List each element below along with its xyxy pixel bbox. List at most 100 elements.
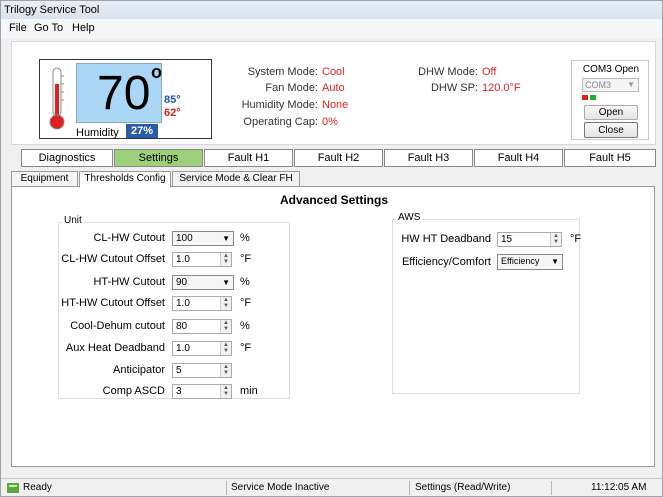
com-port-panel: COM3 Open COM3 ▼ Open Close (571, 60, 649, 140)
title-bar: Trilogy Service Tool (1, 1, 662, 19)
ht-hw-cutout-offset-stepper[interactable]: 1.0 ▲ ▼ (172, 296, 232, 311)
cool-dehum-cutout-stepper[interactable]: 80 ▲ ▼ (172, 319, 232, 334)
menu-help[interactable]: Help (72, 22, 95, 34)
ht-hw-cutout-offset-unit: °F (240, 297, 252, 309)
anticipator-value: 5 (176, 365, 182, 376)
ht-hw-cutout-unit: % (240, 276, 250, 288)
comp-ascd-unit: min (240, 385, 258, 397)
tab-thresholds-config[interactable]: Thresholds Config (79, 171, 171, 188)
app-window: Trilogy Service Tool File Go To Help 70 … (0, 0, 663, 497)
ht-hw-cutout-label: HT-HW Cutout (93, 276, 165, 288)
ht-hw-cutout-offset-value: 1.0 (176, 298, 190, 309)
window-title: Trilogy Service Tool (4, 4, 100, 16)
operating-cap-value: 0% (322, 116, 338, 128)
cl-hw-cutout-label: CL-HW Cutout (93, 232, 165, 244)
aux-heat-deadband-stepper[interactable]: 1.0 ▲ ▼ (172, 341, 232, 356)
aux-heat-deadband-value: 1.0 (176, 343, 190, 354)
close-button[interactable]: Close (584, 122, 638, 138)
ready-icon (7, 481, 21, 495)
tab-fault-h1[interactable]: Fault H1 (204, 149, 293, 167)
tab-settings[interactable]: Settings (114, 149, 203, 167)
cl-hw-cutout-offset-value: 1.0 (176, 254, 190, 265)
current-temperature: 70 (97, 67, 151, 120)
status-bar: Ready Service Mode Inactive Settings (Re… (1, 478, 662, 496)
comp-ascd-value: 3 (176, 386, 182, 397)
system-mode-label: System Mode: (247, 66, 318, 78)
hw-ht-deadband-value: 15 (501, 234, 513, 245)
chevron-down-icon: ▼ (627, 80, 635, 89)
tab-fault-h3[interactable]: Fault H3 (384, 149, 473, 167)
degree-symbol: o (151, 62, 162, 82)
tab-fault-h4[interactable]: Fault H4 (474, 149, 563, 167)
spin-arrows-icon[interactable]: ▲ ▼ (220, 342, 231, 355)
humidity-value: 27% (126, 124, 158, 138)
status-divider (551, 481, 552, 495)
spin-arrows-icon[interactable]: ▲ ▼ (220, 297, 231, 310)
cl-hw-cutout-offset-stepper[interactable]: 1.0 ▲ ▼ (172, 252, 232, 267)
clock-time: 11:12:05 AM (591, 482, 647, 493)
spin-arrows-icon[interactable]: ▲ ▼ (220, 385, 231, 398)
ht-hw-cutout-value: 90 (176, 277, 188, 288)
dhw-mode-value: Off (482, 66, 497, 78)
ready-status: Ready (23, 482, 52, 493)
unit-group-title: Unit (62, 215, 84, 226)
spin-arrows-icon[interactable]: ▲ ▼ (220, 253, 231, 266)
efficiency-comfort-select[interactable]: Efficiency ▼ (497, 254, 563, 270)
hw-ht-deadband-unit: °F (570, 233, 582, 245)
operating-cap-label: Operating Cap: (243, 116, 318, 128)
spin-arrows-icon[interactable]: ▲ ▼ (220, 364, 231, 377)
anticipator-label: Anticipator (113, 364, 165, 376)
menu-goto[interactable]: Go To (34, 22, 63, 34)
service-mode-status: Service Mode Inactive (231, 482, 330, 493)
cool-dehum-cutout-unit: % (240, 320, 250, 332)
ht-hw-cutout-offset-label: HT-HW Cutout Offset (61, 297, 165, 309)
efficiency-comfort-label: Efficiency/Comfort (401, 256, 491, 268)
cl-hw-cutout-value: 100 (176, 233, 193, 244)
ht-hw-cutout-select[interactable]: 90 ▼ (172, 275, 234, 290)
tab-fault-h2[interactable]: Fault H2 (294, 149, 383, 167)
aws-group-title: AWS (396, 212, 423, 223)
status-divider (226, 481, 227, 495)
cl-hw-cutout-offset-unit: °F (240, 253, 252, 265)
thresholds-panel: Advanced Settings Unit AWS CL-HW Cutout … (11, 186, 655, 467)
humidity-label: Humidity (76, 127, 119, 139)
open-button[interactable]: Open (584, 105, 638, 120)
menu-bar: File Go To Help (1, 19, 662, 39)
com-port-select[interactable]: COM3 ▼ (582, 78, 639, 92)
dhw-mode-label: DHW Mode: (418, 66, 478, 78)
chevron-down-icon: ▼ (222, 278, 230, 287)
humidity-mode-label: Humidity Mode: (241, 99, 318, 111)
cl-hw-cutout-offset-label: CL-HW Cutout Offset (61, 253, 165, 265)
rx-led-icon (590, 95, 596, 100)
tab-diagnostics[interactable]: Diagnostics (21, 149, 113, 167)
tab-equipment[interactable]: Equipment (11, 171, 78, 187)
spin-arrows-icon[interactable]: ▲ ▼ (220, 320, 231, 333)
hw-ht-deadband-stepper[interactable]: 15 ▲ ▼ (497, 232, 562, 247)
comp-ascd-label: Comp ASCD (102, 385, 165, 397)
chevron-down-icon: ▼ (222, 234, 230, 243)
hw-ht-deadband-label: HW HT Deadband (401, 233, 491, 245)
spin-arrows-icon[interactable]: ▲ ▼ (550, 233, 561, 246)
com-port-value: COM3 (585, 80, 612, 90)
efficiency-comfort-value: Efficiency (501, 256, 540, 266)
cl-hw-cutout-unit: % (240, 232, 250, 244)
cl-hw-cutout-select[interactable]: 100 ▼ (172, 231, 234, 246)
dhw-sp-value: 120.0°F (482, 82, 521, 94)
chevron-down-icon: ▼ (551, 257, 559, 266)
status-header: 70 o 85° 62° Humidity 27% System Mode: C… (11, 41, 656, 145)
tab-service-mode[interactable]: Service Mode & Clear FH (172, 171, 300, 187)
com-status-title: COM3 Open (582, 64, 640, 75)
cool-dehum-cutout-value: 80 (176, 321, 188, 332)
advanced-settings-title: Advanced Settings (279, 193, 389, 207)
tx-led-icon (582, 95, 588, 100)
status-divider (409, 481, 410, 495)
settings-mode-status: Settings (Read/Write) (415, 482, 511, 493)
menu-file[interactable]: File (9, 22, 27, 34)
anticipator-stepper[interactable]: 5 ▲ ▼ (172, 363, 232, 378)
thermometer-icon (49, 67, 65, 130)
tab-fault-h5[interactable]: Fault H5 (564, 149, 656, 167)
cool-dehum-cutout-label: Cool-Dehum cutout (70, 320, 165, 332)
comp-ascd-stepper[interactable]: 3 ▲ ▼ (172, 384, 232, 399)
temperature-lcd: 70 o (76, 62, 162, 123)
aux-heat-deadband-label: Aux Heat Deadband (65, 342, 165, 354)
